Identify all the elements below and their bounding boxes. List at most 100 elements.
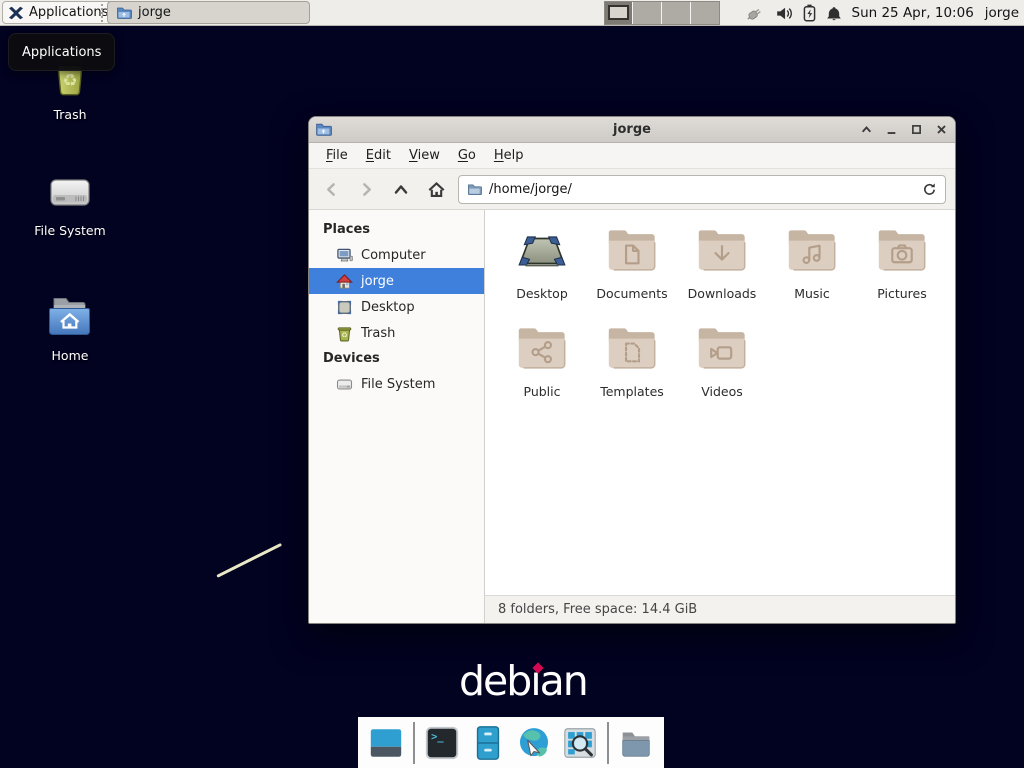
- top-panel: Applications jorge Sun 25 Apr, 10:06 jor…: [0, 0, 1024, 26]
- reload-icon[interactable]: [922, 182, 937, 197]
- folder-label: Templates: [600, 384, 664, 399]
- home-folder-icon: [46, 293, 94, 341]
- folder-label: Documents: [596, 286, 667, 301]
- desktop-icon-file-system[interactable]: File System: [10, 168, 130, 238]
- menu-help[interactable]: Help: [485, 144, 533, 167]
- folder-music[interactable]: Music: [767, 220, 857, 318]
- folder-public[interactable]: Public: [497, 318, 587, 416]
- workspace-4[interactable]: [691, 2, 719, 24]
- paint-stroke-artifact: [216, 543, 282, 578]
- clock[interactable]: Sun 25 Apr, 10:06: [852, 5, 974, 21]
- dock-show-desktop-icon[interactable]: [367, 723, 405, 763]
- computer-icon: [336, 247, 353, 264]
- menu-edit[interactable]: Edit: [357, 144, 400, 167]
- menu-go[interactable]: Go: [449, 144, 485, 167]
- notifications-icon[interactable]: [826, 5, 842, 22]
- folder-videos[interactable]: Videos: [677, 318, 767, 416]
- sidebar-item-label: Trash: [361, 326, 395, 341]
- view-column: Desktop Documents DownloadsMusic Pictures Pu…: [485, 210, 955, 623]
- dock-app-finder-icon[interactable]: [561, 723, 599, 763]
- shade-button[interactable]: [858, 122, 874, 138]
- panel-handle[interactable]: [101, 4, 105, 22]
- dock-folder-icon[interactable]: [617, 723, 655, 763]
- up-button[interactable]: [388, 175, 414, 203]
- menu-file[interactable]: File: [317, 144, 357, 167]
- trash-icon: ♻: [336, 325, 353, 342]
- statusbar-text: 8 folders, Free space: 14.4 GiB: [498, 602, 697, 617]
- applications-tooltip: Applications: [8, 33, 115, 71]
- path-input[interactable]: /home/jorge/: [489, 182, 915, 197]
- applications-icon: [8, 5, 24, 21]
- window-controls: [858, 122, 949, 138]
- titlebar[interactable]: jorge: [309, 117, 955, 143]
- folder-templates[interactable]: Templates: [587, 318, 677, 416]
- menu-view[interactable]: View: [400, 144, 449, 167]
- maximize-button[interactable]: [908, 122, 924, 138]
- svg-text:♻: ♻: [341, 330, 348, 339]
- sidebar-item-file-system[interactable]: File System: [309, 371, 484, 397]
- applications-menu-button[interactable]: Applications: [2, 1, 116, 24]
- folder-documents[interactable]: Documents: [587, 220, 677, 318]
- desktop-icon-label: Trash: [10, 107, 130, 122]
- document-folder-icon: [605, 225, 659, 279]
- battery-icon[interactable]: [802, 4, 817, 22]
- close-button[interactable]: [933, 122, 949, 138]
- share-folder-icon: [515, 323, 569, 377]
- drive-icon: [46, 168, 94, 216]
- video-folder-icon: [695, 323, 749, 377]
- folder-label: Videos: [701, 384, 743, 399]
- folder-pictures[interactable]: Pictures: [857, 220, 947, 318]
- applications-label: Applications: [29, 5, 108, 20]
- panel-right-section: Sun 25 Apr, 10:06 jorge: [604, 0, 1024, 26]
- template-folder-icon: [605, 323, 659, 377]
- workspace-1[interactable]: [605, 2, 634, 24]
- side-pane: PlacesComputerjorgeDesktop♻TrashDevicesF…: [309, 210, 485, 623]
- forward-button[interactable]: [353, 175, 379, 203]
- desktop-icon-home[interactable]: Home: [10, 293, 130, 363]
- dock-web-browser-icon[interactable]: [515, 723, 553, 763]
- taskbar-window-label: jorge: [138, 5, 171, 20]
- volume-icon[interactable]: [775, 5, 793, 22]
- network-icon[interactable]: [744, 5, 766, 22]
- workspace-3[interactable]: [662, 2, 691, 24]
- system-tray: [744, 4, 842, 22]
- sidebar-item-label: Desktop: [361, 300, 415, 315]
- taskbar-window-button[interactable]: jorge: [107, 1, 310, 24]
- debian-wordmark: debıan: [459, 657, 587, 705]
- home-icon: [336, 273, 353, 290]
- workspace-switcher[interactable]: [604, 1, 720, 25]
- dock-terminal-icon[interactable]: >_: [423, 723, 461, 763]
- sidebar-item-computer[interactable]: Computer: [309, 242, 484, 268]
- home-button[interactable]: [423, 175, 449, 203]
- dock-file-cabinet-icon[interactable]: [469, 723, 507, 763]
- desktop-folder-icon: [515, 225, 569, 279]
- window-body: PlacesComputerjorgeDesktop♻TrashDevicesF…: [309, 210, 955, 623]
- screen: { "panel": { "applications_label": "Appl…: [0, 0, 1024, 768]
- desktop-icon-label: File System: [10, 223, 130, 238]
- download-folder-icon: [695, 225, 749, 279]
- dock-separator: [607, 722, 609, 764]
- folder-desktop[interactable]: Desktop: [497, 220, 587, 318]
- dock-separator: [413, 722, 415, 764]
- toolbar: /home/jorge/: [309, 169, 955, 210]
- sidebar-item-desktop[interactable]: Desktop: [309, 294, 484, 320]
- minimize-button[interactable]: [883, 122, 899, 138]
- file-view[interactable]: Desktop Documents DownloadsMusic Pictures Pu…: [485, 210, 955, 595]
- workspace-2[interactable]: [633, 2, 662, 24]
- file-manager-window: jorge FileEditViewGoHelp /home/jorge/ Pl…: [308, 116, 956, 624]
- path-folder-icon: [467, 182, 482, 197]
- sidebar-item-jorge[interactable]: jorge: [309, 268, 484, 294]
- music-folder-icon: [785, 225, 839, 279]
- username-label[interactable]: jorge: [985, 5, 1019, 21]
- folder-label: Pictures: [877, 286, 927, 301]
- camera-folder-icon: [875, 225, 929, 279]
- desktop-icon: [336, 299, 353, 316]
- back-button[interactable]: [318, 175, 344, 203]
- tooltip-text: Applications: [22, 45, 101, 60]
- path-bar[interactable]: /home/jorge/: [458, 175, 946, 204]
- sidebar-item-trash[interactable]: ♻ Trash: [309, 320, 484, 346]
- sidebar-item-label: Computer: [361, 248, 426, 263]
- folder-downloads[interactable]: Downloads: [677, 220, 767, 318]
- dock: >_: [358, 717, 664, 768]
- sidebar-item-label: jorge: [361, 274, 394, 289]
